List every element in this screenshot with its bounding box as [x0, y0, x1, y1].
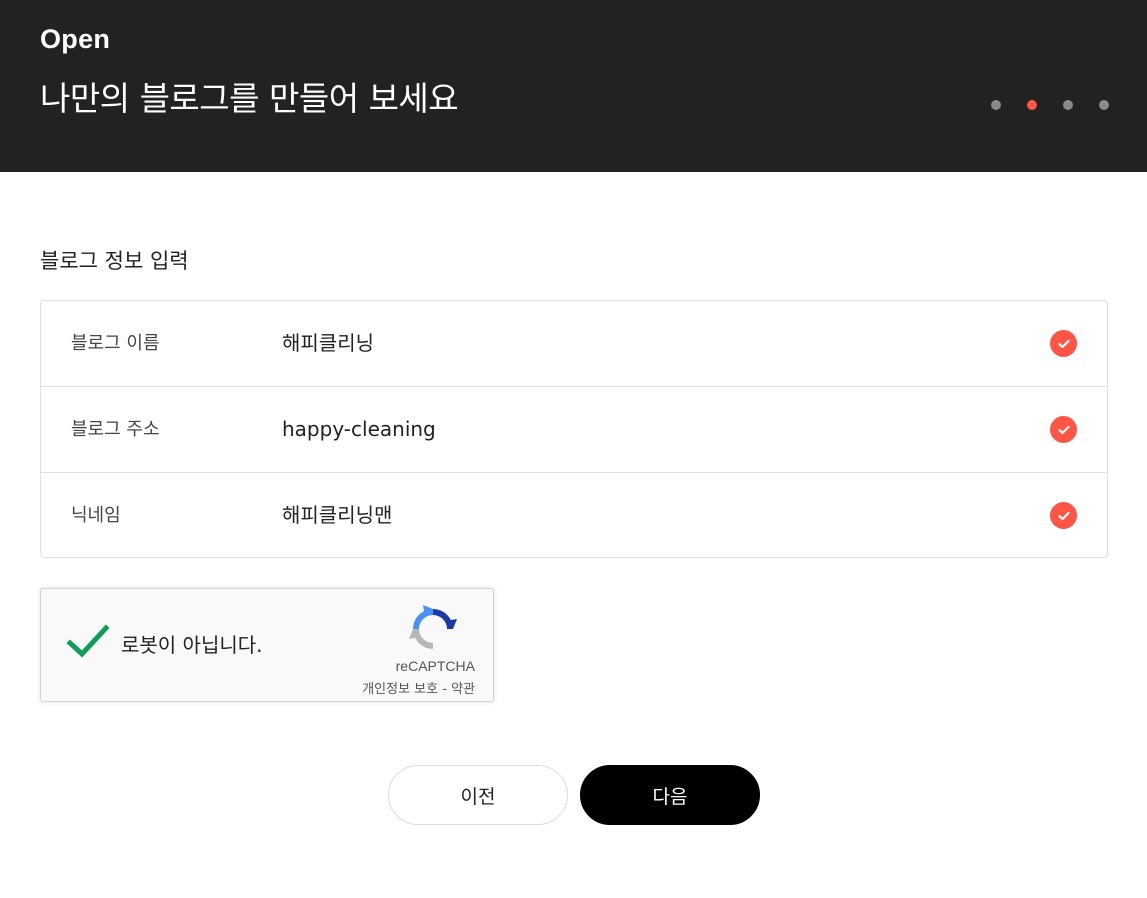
info-row-nickname[interactable]: 닉네임 해피클리닝맨: [41, 473, 1107, 558]
step-dot-2-active: [1027, 100, 1037, 110]
blog-name-value[interactable]: 해피클리닝: [282, 301, 374, 386]
recaptcha-brand: reCAPTCHA: [395, 658, 475, 674]
step-dot-3: [1063, 100, 1073, 110]
captcha-label: 로봇이 아닙니다.: [121, 633, 263, 657]
captcha-links: 개인정보 보호 - 약관: [362, 678, 475, 697]
info-row-blog-address[interactable]: 블로그 주소 happy-cleaning: [41, 387, 1107, 473]
info-row-blog-name[interactable]: 블로그 이름 해피클리닝: [41, 301, 1107, 387]
section-title: 블로그 정보 입력: [40, 249, 189, 273]
checkmark-icon[interactable]: [65, 619, 111, 665]
recaptcha-logo-icon: [409, 605, 457, 649]
info-label: 닉네임: [71, 505, 121, 526]
check-circle-icon: [1050, 416, 1077, 443]
brand-logo: Open: [40, 24, 111, 54]
next-button[interactable]: 다음: [580, 765, 760, 825]
check-circle-icon: [1050, 330, 1077, 357]
recaptcha-widget[interactable]: 로봇이 아닙니다. reCAPTCHA 개인정보 보호 - 약관: [40, 588, 494, 702]
page-title: 나만의 블로그를 만들어 보세요: [40, 79, 459, 118]
page-header: Open 나만의 블로그를 만들어 보세요: [0, 0, 1147, 172]
terms-link[interactable]: 약관: [451, 682, 475, 697]
link-separator: -: [438, 682, 452, 697]
step-indicator: [991, 100, 1109, 110]
info-label: 블로그 주소: [71, 419, 160, 440]
nickname-value[interactable]: 해피클리닝맨: [282, 473, 392, 558]
prev-button[interactable]: 이전: [388, 765, 568, 825]
blog-info-card: 블로그 이름 해피클리닝 블로그 주소 happy-cleaning 닉네임 해…: [40, 300, 1108, 558]
blog-address-value[interactable]: happy-cleaning: [282, 387, 436, 472]
step-dot-1: [991, 100, 1001, 110]
check-circle-icon: [1050, 502, 1077, 529]
step-dot-4: [1099, 100, 1109, 110]
info-label: 블로그 이름: [71, 333, 160, 354]
privacy-link[interactable]: 개인정보 보호: [362, 682, 438, 697]
